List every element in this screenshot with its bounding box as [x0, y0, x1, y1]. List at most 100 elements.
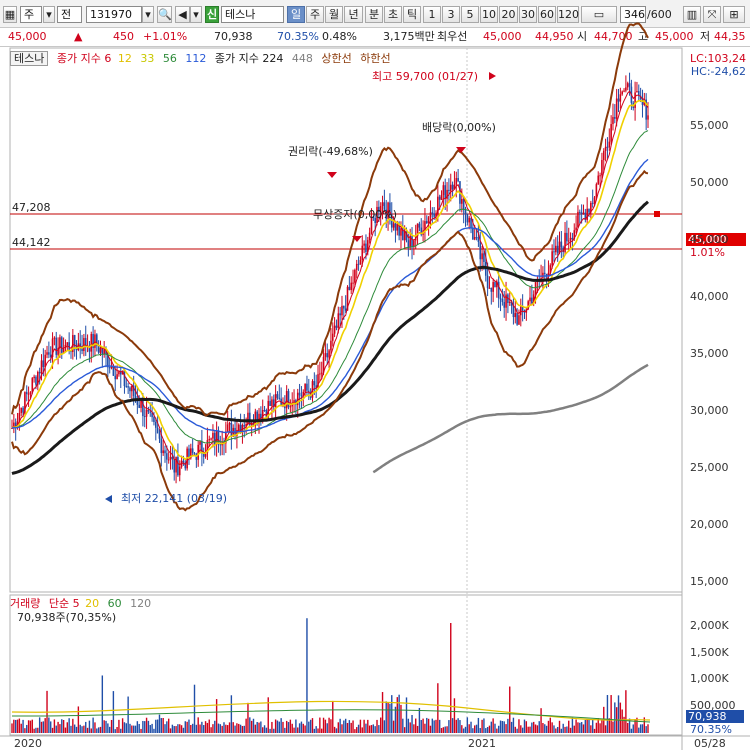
- volume-bar: [387, 702, 389, 733]
- candle-body: [99, 347, 102, 353]
- volume-bar: [446, 726, 448, 733]
- volume-bar: [556, 726, 559, 733]
- annotation-low: 최저 22,141 (03/19): [121, 492, 228, 505]
- candle-body: [483, 253, 485, 262]
- volume-bar: [599, 723, 601, 733]
- volume-bar: [418, 707, 421, 733]
- price-axis-tick: 45,000: [690, 233, 729, 246]
- volume-bar: [560, 728, 563, 733]
- volume-axis-tick: 1,000K: [690, 672, 729, 685]
- candle-body: [394, 223, 397, 231]
- volume-bar: [284, 727, 286, 733]
- volume-bar: [13, 719, 15, 733]
- upper-band-marker: [654, 211, 660, 217]
- candle-body: [153, 417, 155, 422]
- legend-ma448[interactable]: 448: [292, 52, 313, 65]
- volume-bar: [203, 725, 205, 733]
- volume-bar: [304, 725, 306, 733]
- candle-body: [477, 237, 480, 242]
- volume-bar: [582, 724, 585, 733]
- volume-bar: [367, 719, 369, 733]
- candle-body: [167, 459, 170, 461]
- candle-body: [289, 406, 292, 408]
- volume-bar: [464, 726, 467, 733]
- volume-bar: [75, 726, 78, 733]
- volume-ma60[interactable]: 60: [108, 597, 122, 610]
- price-chart[interactable]: [0, 0, 750, 750]
- candle-body: [166, 453, 168, 460]
- legend-stock-name[interactable]: 테스나: [10, 51, 49, 66]
- volume-bar: [348, 720, 351, 733]
- candle-body: [365, 243, 367, 252]
- volume-bar: [538, 721, 540, 733]
- candle-body: [602, 150, 605, 161]
- candle-body: [169, 456, 172, 460]
- candle-body: [320, 372, 323, 374]
- candle-body: [90, 334, 93, 352]
- volume-bar: [604, 725, 607, 733]
- legend-lower-band[interactable]: 하한선: [360, 52, 390, 65]
- volume-bar: [197, 717, 199, 733]
- volume-bar: [490, 721, 493, 733]
- volume-simple-ma[interactable]: 단순 5: [49, 597, 80, 610]
- volume-bar: [558, 720, 561, 733]
- candle-body: [243, 425, 246, 427]
- volume-bar: [140, 728, 142, 733]
- volume-bar: [612, 721, 614, 733]
- candle-body: [429, 212, 432, 218]
- volume-bar: [243, 725, 245, 733]
- legend-upper-band[interactable]: 상한선: [321, 52, 351, 65]
- candle-body: [577, 211, 579, 228]
- volume-bar: [332, 700, 334, 733]
- volume-bar: [234, 725, 236, 733]
- legend-ma12[interactable]: 12: [118, 52, 132, 65]
- volume-ma20[interactable]: 20: [85, 597, 99, 610]
- volume-bar: [544, 724, 546, 733]
- volume-bar: [571, 717, 574, 733]
- volume-bar: [153, 728, 155, 733]
- volume-bar: [282, 721, 284, 733]
- price-axis-tick: 50,000: [690, 176, 729, 189]
- volume-axis-tick: 2,000K: [690, 619, 729, 632]
- candle-body: [464, 210, 467, 215]
- volume-bar: [426, 717, 428, 733]
- current-pct-tag: 1.01%: [690, 246, 725, 259]
- volume-bar: [33, 728, 35, 733]
- candle-body: [615, 98, 618, 119]
- volume-bar: [606, 695, 609, 733]
- volume-bar: [337, 722, 339, 733]
- legend-ma33[interactable]: 33: [140, 52, 154, 65]
- volume-bar: [160, 718, 163, 733]
- legend-ma-label[interactable]: 종가 지수 6: [57, 52, 111, 65]
- volume-bar: [14, 719, 17, 733]
- volume-bar: [300, 721, 303, 733]
- legend-ma112[interactable]: 112: [185, 52, 206, 65]
- volume-bar: [105, 720, 107, 733]
- legend-ma2-label[interactable]: 종가 지수 224: [215, 52, 283, 65]
- volume-bar: [575, 719, 577, 733]
- volume-ma120[interactable]: 120: [130, 597, 151, 610]
- volume-bar: [109, 726, 111, 733]
- volume-bar: [142, 720, 144, 733]
- volume-bar: [295, 719, 297, 733]
- volume-bar: [173, 726, 175, 733]
- volume-bar: [103, 720, 105, 733]
- candle-body: [173, 459, 176, 473]
- volume-title[interactable]: 거래량: [10, 597, 40, 610]
- candle-body: [440, 195, 443, 200]
- volume-bar: [494, 723, 496, 733]
- candle-body: [448, 189, 450, 191]
- volume-bar: [403, 727, 406, 733]
- candle-body: [578, 211, 581, 213]
- volume-bar: [520, 725, 522, 733]
- legend-ma56[interactable]: 56: [163, 52, 177, 65]
- volume-bar: [518, 719, 520, 733]
- volume-bar: [48, 717, 50, 733]
- volume-bar: [206, 722, 209, 733]
- candle-body: [333, 325, 336, 334]
- candle-body: [276, 394, 279, 398]
- volume-bar: [437, 683, 439, 733]
- volume-bar: [379, 717, 382, 733]
- volume-bar: [339, 718, 341, 733]
- candle-body: [466, 214, 469, 223]
